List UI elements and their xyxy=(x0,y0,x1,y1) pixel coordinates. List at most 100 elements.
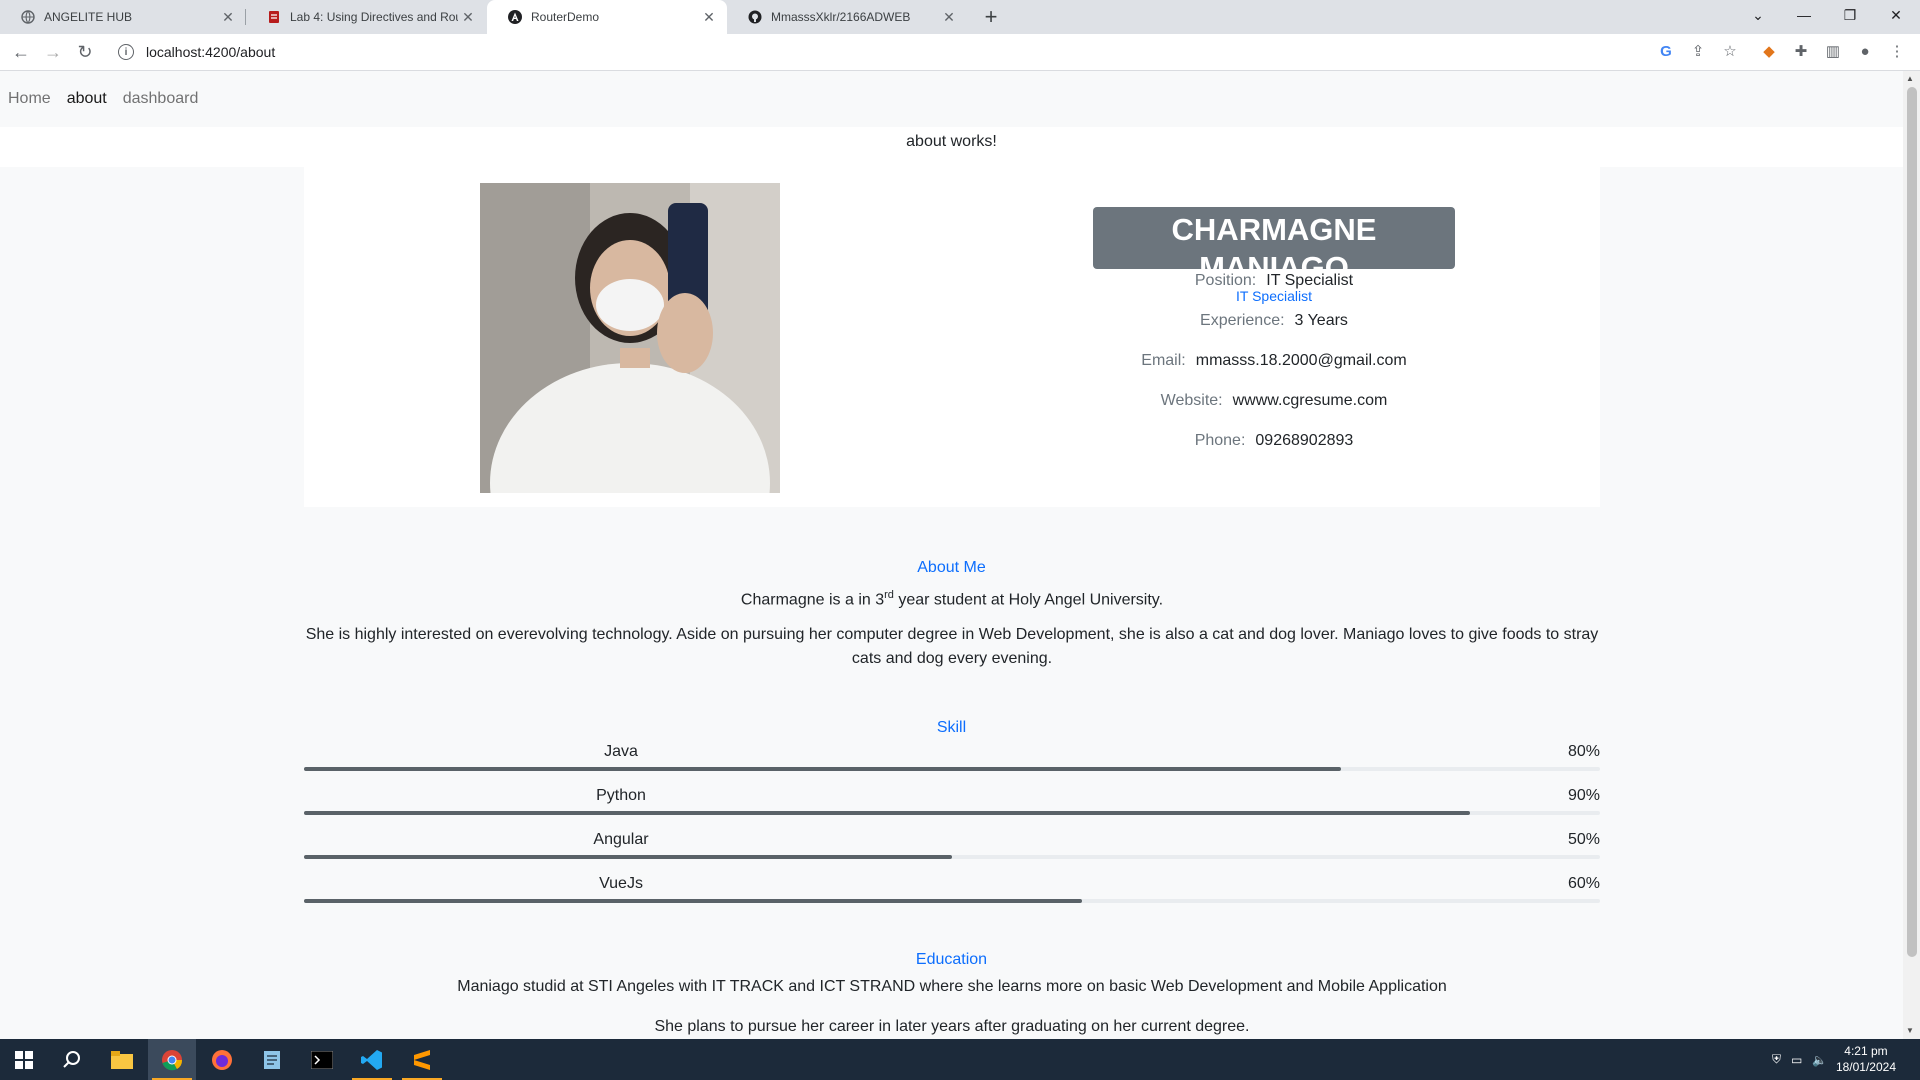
skill-row-angular: Angular 50% xyxy=(304,829,1600,865)
info-value: 09268902893 xyxy=(1255,432,1354,449)
tab-title: ANGELITE HUB xyxy=(44,10,133,24)
main-nav: Home about dashboard xyxy=(0,71,1903,127)
nav-link-home[interactable]: Home xyxy=(8,90,51,108)
new-tab-button[interactable]: + xyxy=(978,4,1004,30)
chrome-icon[interactable] xyxy=(148,1039,196,1080)
info-value: mmasss.18.2000@gmail.com xyxy=(1195,352,1407,369)
file-explorer-icon[interactable] xyxy=(98,1039,146,1080)
browser-tab[interactable]: ANGELITE HUB ✕ xyxy=(0,0,246,34)
site-info-icon[interactable]: i xyxy=(118,44,134,60)
scroll-up-arrow-icon[interactable]: ▲ xyxy=(1906,74,1914,83)
forward-arrow-icon[interactable]: → xyxy=(41,40,65,64)
progress-fill xyxy=(304,811,1471,815)
firefox-icon[interactable] xyxy=(198,1039,246,1080)
info-experience: Experience: 3 Years xyxy=(1093,312,1455,330)
address-bar[interactable]: i localhost:4200/about xyxy=(108,38,1728,66)
share-icon[interactable]: ⇪ xyxy=(1688,42,1708,62)
metamask-extension-icon[interactable]: ◆ xyxy=(1759,42,1779,62)
profile-avatar-icon[interactable]: ● xyxy=(1855,42,1875,62)
progress-track xyxy=(304,811,1600,815)
angular-icon xyxy=(507,9,523,25)
notepad-icon[interactable] xyxy=(248,1039,296,1080)
browser-menu-icon[interactable]: ⋮ xyxy=(1887,42,1907,62)
browser-tab[interactable]: Lab 4: Using Directives and Routi ✕ xyxy=(246,0,486,34)
education-line-1: Maniago studid at STI Angeles with IT TR… xyxy=(457,978,1447,995)
close-tab-icon[interactable]: ✕ xyxy=(699,9,719,26)
extensions-puzzle-icon[interactable]: ✚ xyxy=(1791,42,1811,62)
network-lock-icon[interactable]: ⛨ xyxy=(1772,1052,1781,1067)
terminal-icon[interactable] xyxy=(298,1039,346,1080)
tab-title: Lab 4: Using Directives and Routi xyxy=(290,10,458,24)
tab-title: MmasssXklr/2166ADWEB xyxy=(771,10,911,24)
side-panel-icon[interactable]: ▥ xyxy=(1823,42,1843,62)
document-icon xyxy=(266,9,282,25)
close-window-button[interactable]: ✕ xyxy=(1874,0,1918,30)
nav-link-dashboard[interactable]: dashboard xyxy=(123,90,199,108)
clock-time: 4:21 pm xyxy=(1844,1044,1888,1058)
skill-percent: 90% xyxy=(1567,787,1600,804)
skill-percent: 50% xyxy=(1567,831,1600,848)
skill-row-vuejs: VueJs 60% xyxy=(304,873,1600,909)
url-text[interactable]: localhost:4200/about xyxy=(146,44,275,60)
taskbar-clock[interactable]: 4:21 pm 18/01/2024 xyxy=(1836,1043,1896,1075)
info-value: wwww.cgresume.com xyxy=(1232,392,1388,409)
restore-button[interactable]: ❐ xyxy=(1828,0,1872,30)
skill-row-java: Java 80% xyxy=(304,741,1600,777)
info-label: Experience: xyxy=(1200,312,1285,329)
network-icon[interactable]: ▭ xyxy=(1791,1053,1802,1067)
info-email: Email: mmasss.18.2000@gmail.com xyxy=(1093,352,1455,370)
close-tab-icon[interactable]: ✕ xyxy=(458,9,478,26)
github-icon xyxy=(747,9,763,25)
info-label: Phone: xyxy=(1194,432,1246,449)
browser-tab-active[interactable]: RouterDemo ✕ xyxy=(487,0,727,34)
progress-fill xyxy=(304,855,952,859)
progress-fill xyxy=(304,899,1082,903)
page-scrollbar[interactable]: ▲ ▼ xyxy=(1903,71,1920,1039)
close-tab-icon[interactable]: ✕ xyxy=(218,9,238,26)
info-label: Position: xyxy=(1194,272,1257,289)
skill-name: Java xyxy=(604,743,638,760)
info-value: 3 Years xyxy=(1294,312,1348,329)
scrollbar-thumb[interactable] xyxy=(1907,87,1917,957)
windows-start-icon[interactable] xyxy=(0,1039,48,1080)
info-value: IT Specialist xyxy=(1266,272,1354,289)
clock-date: 18/01/2024 xyxy=(1835,1060,1896,1074)
skill-percent: 80% xyxy=(1567,743,1600,760)
ordinal-suffix: rd xyxy=(884,589,894,601)
minimize-button[interactable]: — xyxy=(1782,0,1826,30)
skill-name: Python xyxy=(596,787,646,804)
name-banner: CHARMAGNE MANIAGO IT Specialist xyxy=(1093,207,1455,304)
about-line-1-text: Charmagne is a in 3 xyxy=(740,591,885,609)
info-label: Website: xyxy=(1160,392,1223,409)
education-line-2: She plans to pursue her career in later … xyxy=(654,1018,1250,1035)
progress-track xyxy=(304,767,1600,771)
nav-link-about[interactable]: about xyxy=(67,90,107,108)
info-phone: Phone: 09268902893 xyxy=(1093,432,1455,450)
bookmark-star-icon[interactable]: ☆ xyxy=(1720,42,1740,62)
skill-name: Angular xyxy=(593,831,649,848)
about-line-1-rest: year student at Holy Angel University. xyxy=(893,591,1164,609)
education-heading: Education xyxy=(915,951,988,968)
close-tab-icon[interactable]: ✕ xyxy=(939,9,959,26)
vscode-icon[interactable] xyxy=(348,1039,396,1080)
progress-track xyxy=(304,899,1600,903)
volume-icon[interactable]: 🔈 xyxy=(1812,1053,1827,1067)
tab-title: RouterDemo xyxy=(531,10,600,24)
sublime-text-icon[interactable] xyxy=(398,1039,446,1080)
page-viewport: Home about dashboard about works! CHARMA… xyxy=(0,71,1903,1039)
globe-icon xyxy=(20,9,36,25)
search-icon[interactable] xyxy=(48,1039,96,1080)
profile-photo xyxy=(480,183,780,493)
scroll-down-arrow-icon[interactable]: ▼ xyxy=(1906,1026,1914,1035)
skill-name: VueJs xyxy=(599,875,643,892)
reload-icon[interactable]: ↻ xyxy=(73,40,97,64)
info-label: Email: xyxy=(1141,352,1186,369)
google-lens-icon[interactable]: G xyxy=(1656,42,1676,62)
back-arrow-icon[interactable]: ← xyxy=(9,40,33,64)
about-paragraph: She is highly interested on everevolving… xyxy=(305,626,1599,667)
tab-search-icon[interactable]: ⌄ xyxy=(1736,0,1780,30)
windows-taskbar: ⛨ ▭ 🔈 4:21 pm 18/01/2024 xyxy=(0,1039,1920,1080)
skill-row-python: Python 90% xyxy=(304,785,1600,821)
progress-track xyxy=(304,855,1600,859)
browser-tab[interactable]: MmasssXklr/2166ADWEB ✕ xyxy=(727,0,967,34)
